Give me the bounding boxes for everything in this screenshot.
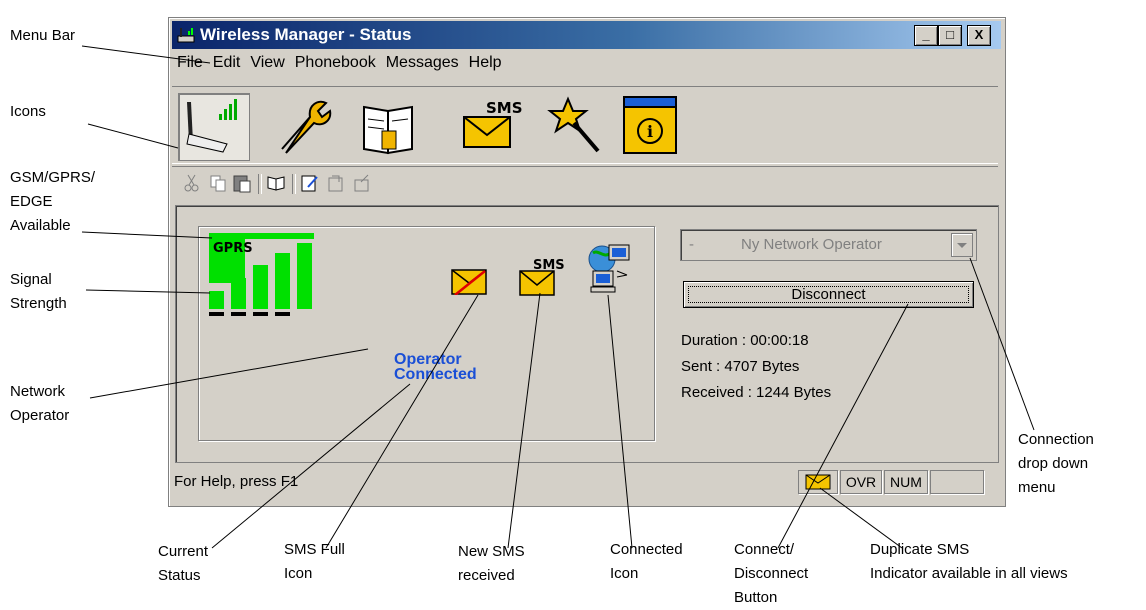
cut-icon[interactable]	[182, 173, 202, 193]
received-text: Received : 1244 Bytes	[681, 384, 832, 401]
status-bar: For Help, press F1 OVR NUM	[172, 468, 1001, 496]
menu-bar: File Edit View Phonebook Messages Help	[172, 51, 507, 75]
annotation-icons: Icons	[10, 103, 46, 120]
main-toolbar: SMS i	[172, 86, 998, 164]
minimize-button[interactable]: _	[914, 25, 938, 46]
duration-text: Duration : 00:00:18	[681, 332, 809, 349]
annotation-connect-button: Connect/Disconnect Button	[734, 541, 809, 606]
sms-icon[interactable]: SMS	[456, 93, 526, 159]
connected-icon	[588, 244, 630, 293]
menu-messages[interactable]: Messages	[381, 51, 464, 72]
status-panel: GPRS SMS Operator Connected	[198, 226, 655, 441]
annotation-network-operator: Network Operator	[10, 383, 70, 424]
edit-toolbar	[172, 166, 998, 199]
wireless-manager-window: Wireless Manager - Status _ □ X File Edit…	[168, 17, 1006, 507]
svg-text:SMS: SMS	[533, 258, 565, 273]
menu-file[interactable]: File	[172, 51, 208, 72]
duplicate-sms-indicator	[798, 470, 838, 494]
menu-phonebook[interactable]: Phonebook	[290, 51, 381, 72]
annotation-sms-full: SMS Full Icon	[284, 541, 345, 582]
current-status: Operator Connected	[394, 351, 477, 383]
wizard-icon[interactable]	[546, 93, 616, 159]
envelope-icon	[805, 474, 831, 490]
status-blank-cell	[930, 470, 984, 494]
help-hint: For Help, press F1	[174, 473, 299, 490]
annotation-signal-strength: Signal Strength	[10, 271, 67, 312]
ovr-indicator: OVR	[840, 470, 882, 494]
menu-edit[interactable]: Edit	[208, 51, 246, 72]
maximize-button[interactable]: □	[938, 25, 962, 46]
chevron-down-icon[interactable]	[951, 233, 973, 257]
annotation-gsm-available: GSM/GPRS/EDGE Available	[10, 169, 96, 234]
svg-text:SMS: SMS	[486, 99, 523, 117]
status-view: GPRS SMS Operator Connected - Ny Network…	[175, 205, 999, 463]
copy-icon[interactable]	[208, 173, 228, 193]
sms-full-icon	[451, 269, 487, 295]
network-operator-dropdown[interactable]: - Ny Network Operator	[680, 229, 977, 261]
compose-icon[interactable]	[300, 173, 320, 193]
menu-view[interactable]: View	[245, 51, 289, 72]
disconnect-button[interactable]: Disconnect	[683, 281, 974, 308]
app-icon	[177, 28, 195, 43]
num-indicator: NUM	[884, 470, 928, 494]
annotation-duplicate-sms: Duplicate SMS Indicator available in all …	[870, 541, 1068, 582]
gprs-label: GPRS	[213, 241, 253, 256]
phonebook-small-icon[interactable]	[266, 173, 286, 193]
paste-icon[interactable]	[232, 173, 252, 193]
sent-text: Sent : 4707 Bytes	[681, 358, 800, 375]
connection-status-icon[interactable]	[178, 93, 250, 161]
annotation-menu-bar: Menu Bar	[10, 27, 76, 44]
signal-strength-icon: GPRS	[209, 233, 314, 316]
annotation-connection-dropdown: Connection drop down menu	[1018, 431, 1094, 496]
close-button[interactable]: X	[967, 25, 991, 46]
new-sms-icon: SMS	[519, 258, 565, 296]
svg-text:i: i	[647, 122, 653, 141]
operator-name: Ny Network Operator	[741, 236, 882, 253]
title-bar[interactable]: Wireless Manager - Status _ □ X	[172, 21, 1001, 49]
annotation-new-sms: New SMS received	[458, 543, 525, 584]
annotation-connected-icon: Connected Icon	[610, 541, 683, 582]
phonebook-icon[interactable]	[354, 93, 424, 159]
inbox-icon[interactable]	[326, 173, 346, 193]
annotation-current-status: Current Status	[158, 543, 209, 584]
toolbar-separator	[292, 174, 296, 194]
info-icon[interactable]: i	[620, 93, 690, 159]
settings-wrench-icon[interactable]	[270, 93, 340, 159]
toolbar-separator	[258, 174, 262, 194]
outbox-icon[interactable]	[352, 173, 372, 193]
menu-help[interactable]: Help	[464, 51, 507, 72]
window-title: Wireless Manager - Status	[200, 25, 412, 44]
